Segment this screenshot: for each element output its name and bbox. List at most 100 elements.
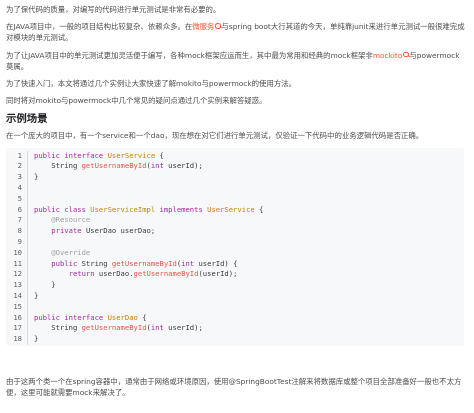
code-token: getUsernameById [81,161,147,171]
line-number: 5 [17,193,22,203]
code-text: return userDao.getUsernameById(userId); [34,269,238,280]
code-token: { [254,204,264,214]
intro-paragraph-5: 同时将对mokito与powermock中几个常见的疑问点通过几个实例来解答疑惑… [6,96,267,106]
code-line: 9 [6,237,464,248]
gutter-divider [27,247,28,259]
line-number: 10 [13,247,22,257]
search-icon[interactable] [403,51,409,58]
code-token: @Override [34,247,91,257]
gutter-divider [27,323,28,335]
line-number: 4 [17,183,22,193]
gutter-divider [27,280,28,291]
code-token: int [181,258,195,268]
code-token: public [34,258,82,268]
intro-paragraph-1: 为了保代码的质量，对编写的代码进行单元测试是非常有必要的。 [6,5,221,14]
line-number: 16 [13,312,22,322]
section-heading: 示例场景 [6,113,48,126]
code-line: 2 String getUsernameById(int userId); [6,161,464,173]
line-number: 12 [13,269,22,279]
gutter-divider [27,215,28,227]
code-token: String [34,161,82,171]
code-text: String getUsernameById(int userId); [34,323,203,334]
search-icon[interactable] [215,23,221,29]
gutter-divider [27,183,28,194]
gutter-divider [27,161,28,173]
keyword-link-microservice[interactable]: 微服务 [192,22,214,31]
line-number: 2 [17,161,22,171]
code-text: @Resource [34,215,90,226]
code-text: public class UserServiceImpl implements … [34,205,263,216]
gutter-divider [27,258,28,270]
code-line: 13 } [6,280,464,291]
line-number: 14 [13,290,22,300]
code-line: 1 public interface UserService { [6,150,464,162]
code-token: public class [34,204,91,214]
code-token: userId); [163,323,203,333]
code-token: public interface [34,150,108,160]
intro-paragraph-3: 为了让JAVA项目中的单元测试更加灵活便于编写，各种mock框架应运而生，其中最… [6,50,466,72]
code-line: 6 public class UserServiceImpl implements… [6,204,464,216]
code-line: 12 return userDao.getUsernameById(userId… [6,269,464,281]
gutter-divider [27,150,28,162]
line-number: 11 [13,258,22,268]
line-number: 13 [13,280,22,290]
code-token: int [150,323,164,333]
code-block[interactable]: 1 public interface UserService {2 String … [6,147,464,346]
code-line: 11 public String getUsernameById(int use… [6,258,464,270]
code-line: 18} [6,334,464,345]
keyword-link-mockito[interactable]: mockito [373,51,403,60]
code-token: getUsernameById [133,269,199,279]
code-text: private UserDao userDao; [34,226,155,237]
code-token: String [34,323,82,333]
code-line: 5 [6,193,464,205]
code-token: } [34,334,39,344]
code-token: int [150,161,164,171]
line-number: 17 [13,323,22,333]
line-number: 7 [17,215,22,225]
code-token: UserServiceImpl [90,204,160,214]
code-token: @Resource [34,215,91,225]
code-line: 3} [6,172,464,184]
gutter-divider [27,193,28,205]
code-token: userDao. [98,269,134,279]
gutter-divider [27,226,28,237]
code-token: userId) { [194,258,238,268]
code-token: { [155,150,164,160]
code-token: { [137,312,147,322]
code-line: 8 private UserDao userDao; [6,226,464,237]
code-text: public interface UserDao { [34,313,147,324]
code-line: 16 public interface UserDao { [6,312,464,324]
code-token: (userId); [198,269,238,279]
line-number: 6 [17,204,22,214]
code-text: } [34,172,38,183]
gutter-divider [27,172,28,184]
code-line: 14} [6,290,464,302]
line-number: 3 [17,172,22,182]
code-token: implements [159,204,208,214]
line-number: 18 [13,334,22,344]
code-token: return [34,269,99,279]
code-line: 10 @Override [6,247,464,259]
code-text: } [34,291,38,302]
gutter-divider [27,237,28,248]
code-token: public interface [34,312,108,322]
code-line: 7 @Resource [6,215,464,227]
gutter-divider [27,312,28,324]
gutter-divider [27,269,28,281]
line-number: 15 [13,301,22,311]
code-text: String getUsernameById(int userId); [34,161,203,172]
section-description: 在一个庞大的项目中，有一个service和一个dao，现在想在对它们进行单元测试… [6,131,424,141]
code-token: String [81,258,112,268]
code-token: private [34,226,86,236]
line-number: 9 [17,237,22,246]
intro-text: 为了让JAVA项目中的单元测试更加灵活便于编写，各种mock框架应运而生，其中最… [6,50,373,60]
code-line: 4 [6,183,464,194]
code-line: 17 String getUsernameById(int userId); [6,323,464,335]
code-token: } [34,280,56,290]
intro-text: 在JAVA项目中，一般的项目结构比较复杂、依赖众多。在 [6,22,193,32]
line-number: 8 [17,226,22,236]
code-token: UserService [107,150,156,160]
code-text: } [34,280,56,291]
gutter-divider [27,334,28,345]
line-number: 1 [17,150,22,160]
